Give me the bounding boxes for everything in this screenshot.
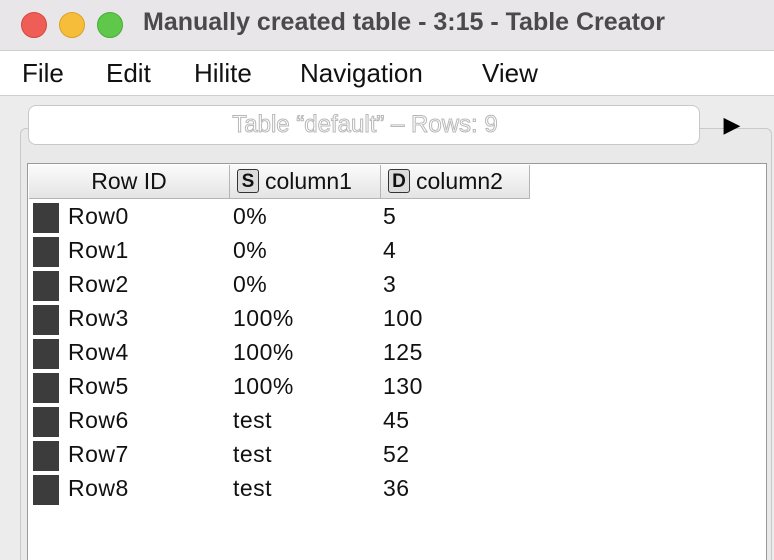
row-color-marker (33, 339, 59, 369)
column-header-label: column1 (265, 168, 352, 194)
column2-cell: 130 (383, 373, 423, 399)
column2-cell: 36 (383, 475, 410, 501)
menu-view[interactable]: View (482, 58, 538, 89)
row-id-cell: Row2 (68, 271, 129, 297)
row-color-marker (33, 373, 59, 403)
row-id-cell: Row5 (68, 373, 129, 399)
double-type-icon: D (388, 169, 410, 194)
menu-bar: File Edit Hilite Navigation View (0, 51, 774, 96)
table-row[interactable]: Row7 test 52 (28, 439, 766, 473)
table-row[interactable]: Row0 0% 5 (28, 201, 766, 235)
column1-cell: test (233, 475, 273, 501)
column1-cell: test (233, 407, 273, 433)
table-row[interactable]: Row2 0% 3 (28, 269, 766, 303)
row-id-cell: Row1 (68, 237, 129, 263)
column1-cell: 100% (233, 305, 294, 331)
table-row[interactable]: Row5 100% 130 (28, 371, 766, 405)
row-color-marker (33, 237, 59, 267)
column2-cell: 45 (383, 407, 410, 433)
column-header-label: column2 (416, 168, 503, 194)
data-table[interactable]: Row ID Scolumn1 Dcolumn2 Row0 0% 5 Row1 … (27, 163, 767, 560)
row-color-marker (33, 271, 59, 301)
row-color-marker (33, 305, 59, 335)
row-color-marker (33, 203, 59, 233)
column2-cell: 125 (383, 339, 423, 365)
column2-cell: 5 (383, 203, 397, 229)
row-color-marker (33, 407, 59, 437)
row-id-cell: Row3 (68, 305, 129, 331)
column1-cell: 0% (233, 203, 268, 229)
menu-edit[interactable]: Edit (106, 58, 151, 89)
table-row[interactable]: Row6 test 45 (28, 405, 766, 439)
column-header-column1[interactable]: Scolumn1 (230, 165, 381, 199)
close-window-button[interactable] (21, 12, 47, 38)
row-id-cell: Row8 (68, 475, 129, 501)
row-id-cell: Row4 (68, 339, 129, 365)
row-id-cell: Row0 (68, 203, 129, 229)
column-header-row-id[interactable]: Row ID (29, 165, 230, 199)
table-info-text: Table “default” – Rows: 9 (232, 111, 498, 139)
row-id-cell: Row6 (68, 407, 129, 433)
row-color-marker (33, 441, 59, 471)
minimize-window-button[interactable] (59, 12, 85, 38)
menu-navigation[interactable]: Navigation (300, 58, 423, 89)
column2-cell: 3 (383, 271, 397, 297)
column2-cell: 4 (383, 237, 397, 263)
row-id-cell: Row7 (68, 441, 129, 467)
table-row[interactable]: Row4 100% 125 (28, 337, 766, 371)
table-row[interactable]: Row1 0% 4 (28, 235, 766, 269)
column1-cell: 0% (233, 237, 268, 263)
column1-cell: 100% (233, 373, 294, 399)
table-row[interactable]: Row8 test 36 (28, 473, 766, 507)
column2-cell: 52 (383, 441, 410, 467)
column-header-label: Row ID (91, 168, 167, 194)
menu-file[interactable]: File (22, 58, 64, 89)
maximize-window-button[interactable] (97, 12, 123, 38)
title-bar[interactable]: Manually created table - 3:15 - Table Cr… (0, 0, 774, 51)
play-icon[interactable]: ▶ (708, 110, 756, 140)
column1-cell: 0% (233, 271, 268, 297)
app-window: Manually created table - 3:15 - Table Cr… (0, 0, 774, 560)
column1-cell: test (233, 441, 273, 467)
menu-hilite[interactable]: Hilite (194, 58, 252, 89)
column2-cell: 100 (383, 305, 423, 331)
window-title: Manually created table - 3:15 - Table Cr… (143, 8, 665, 36)
table-row[interactable]: Row3 100% 100 (28, 303, 766, 337)
table-info-bar: Table “default” – Rows: 9 (28, 105, 700, 145)
column-header-column2[interactable]: Dcolumn2 (381, 165, 530, 199)
row-color-marker (33, 475, 59, 505)
string-type-icon: S (237, 169, 259, 194)
column1-cell: 100% (233, 339, 294, 365)
